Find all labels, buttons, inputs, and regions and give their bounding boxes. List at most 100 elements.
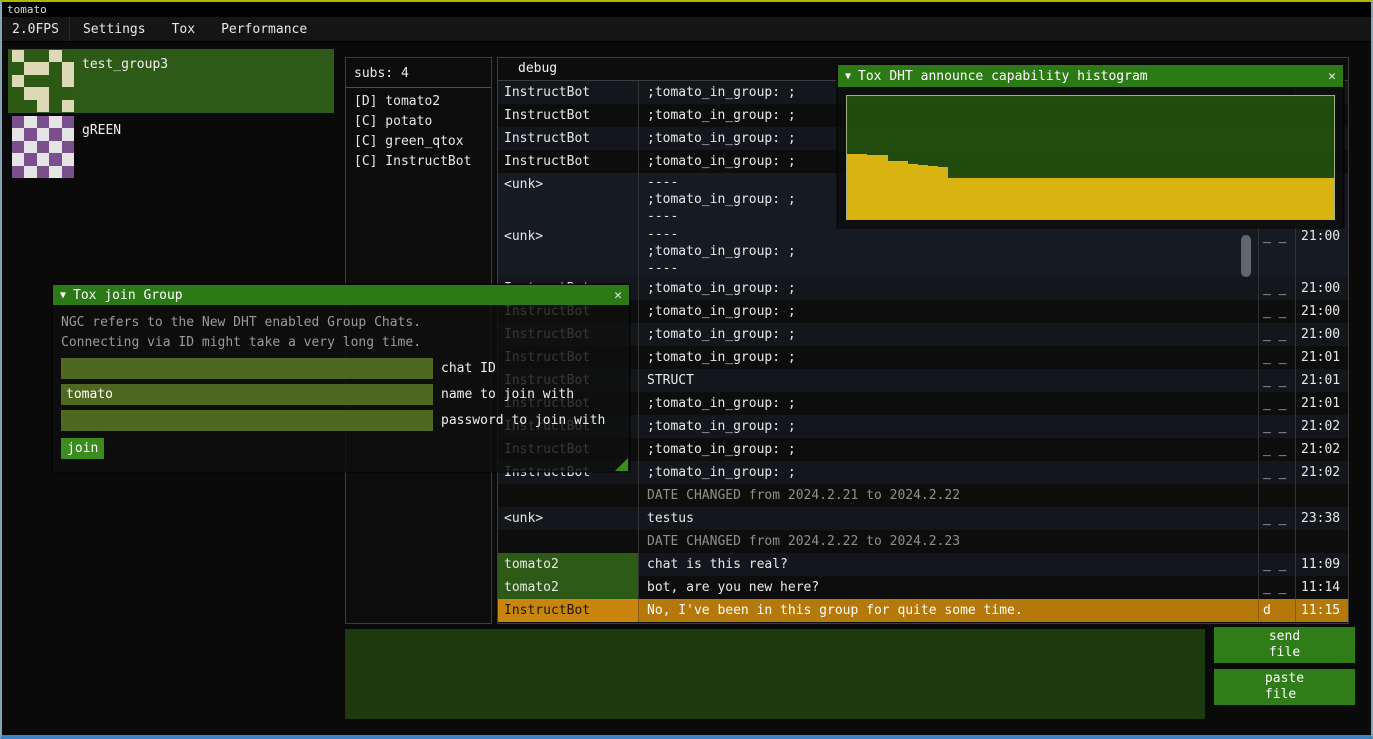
close-icon[interactable]: ✕ — [614, 288, 622, 303]
chat-row: InstructBotNo, I've been in this group f… — [498, 599, 1348, 622]
histogram-bar — [1182, 178, 1192, 219]
message-text: ;tomato_in_group: ; — [638, 323, 1258, 346]
histogram-bar — [867, 155, 877, 219]
message-time: 21:01 — [1295, 346, 1348, 369]
message-time: 11:09 — [1295, 553, 1348, 576]
message-flags: _ _ — [1258, 225, 1295, 277]
window-title: tomato — [7, 3, 47, 16]
histogram-window-titlebar[interactable]: ▼ Tox DHT announce capability histogram … — [838, 65, 1343, 87]
chat-row: <unk>---- ;tomato_in_group: ; ----_ _21:… — [498, 225, 1348, 277]
message-time: 21:00 — [1295, 300, 1348, 323]
message-flags: _ _ — [1258, 300, 1295, 323]
sender-name: InstructBot — [498, 81, 638, 104]
histogram-bar — [1070, 178, 1080, 219]
message-input[interactable] — [345, 629, 1205, 719]
message-text: ;tomato_in_group: ; — [638, 392, 1258, 415]
paste-file-label: paste file — [1265, 671, 1304, 703]
join-group-window: ▼ Tox join Group ✕ NGC refers to the New… — [52, 284, 630, 472]
histogram-bar — [1019, 178, 1029, 219]
message-flags: _ _ — [1258, 369, 1295, 392]
menu-settings[interactable]: Settings — [70, 17, 159, 41]
message-text: ---- ;tomato_in_group: ; ---- — [638, 225, 1258, 277]
menu-tox[interactable]: Tox — [159, 17, 208, 41]
histogram-bar — [1283, 178, 1293, 219]
member-item[interactable]: [C] potato — [346, 112, 491, 132]
message-flags: _ _ — [1258, 576, 1295, 599]
message-flags: _ _ — [1258, 553, 1295, 576]
message-flags: d — [1258, 599, 1295, 622]
sender-name: InstructBot — [498, 104, 638, 127]
paste-file-button[interactable]: paste file — [1214, 669, 1355, 705]
histogram-plot — [846, 95, 1335, 220]
histogram-bar — [1212, 178, 1222, 219]
send-file-button[interactable]: send file — [1214, 627, 1355, 663]
histogram-bar — [928, 166, 938, 219]
group-avatar-icon — [12, 50, 74, 112]
sender-name: InstructBot — [498, 599, 638, 622]
sender-name: InstructBot — [498, 150, 638, 173]
chat-scrollbar-thumb[interactable] — [1241, 235, 1251, 277]
histogram-bar — [979, 178, 989, 219]
message-time: 21:01 — [1295, 369, 1348, 392]
message-text: ;tomato_in_group: ; — [638, 346, 1258, 369]
sender-name: InstructBot — [498, 127, 638, 150]
histogram-window-body — [838, 87, 1343, 228]
histogram-bar — [1161, 178, 1171, 219]
histogram-bar — [1080, 178, 1090, 219]
histogram-bar — [969, 178, 979, 219]
message-flags: _ _ — [1258, 507, 1295, 530]
histogram-bar — [1050, 178, 1060, 219]
sender-name: <unk> — [498, 225, 638, 277]
member-item[interactable]: [C] green_qtox — [346, 132, 491, 152]
message-text: ;tomato_in_group: ; — [638, 300, 1258, 323]
histogram-bar — [1202, 178, 1212, 219]
histogram-bar — [898, 161, 908, 219]
message-text: ;tomato_in_group: ; — [638, 277, 1258, 300]
sender-name — [498, 530, 638, 553]
join-button[interactable]: join — [61, 438, 104, 459]
message-time: 11:15 — [1295, 599, 1348, 622]
member-item[interactable]: [D] tomato2 — [346, 92, 491, 112]
message-text: chat is this real? — [638, 553, 1258, 576]
message-flags: _ _ — [1258, 438, 1295, 461]
collapse-triangle-icon[interactable]: ▼ — [845, 71, 851, 82]
app-window: tomato 2.0FPS Settings Tox Performance t… — [0, 0, 1373, 739]
join-password-input[interactable] — [61, 410, 433, 431]
histogram-bar — [1293, 178, 1303, 219]
join-window-titlebar[interactable]: ▼ Tox join Group ✕ — [53, 285, 629, 305]
sidebar-item-test-group3[interactable]: test_group3 — [8, 49, 334, 113]
sender-name: <unk> — [498, 173, 638, 225]
message-flags: _ _ — [1258, 415, 1295, 438]
message-time: 21:02 — [1295, 415, 1348, 438]
close-icon[interactable]: ✕ — [1328, 69, 1336, 84]
message-text: STRUCT — [638, 369, 1258, 392]
histogram-bar — [1101, 178, 1111, 219]
menu-performance[interactable]: Performance — [208, 17, 320, 41]
group-name: test_group3 — [82, 57, 168, 72]
chat-id-input[interactable] — [61, 358, 433, 379]
join-window-body: NGC refers to the New DHT enabled Group … — [53, 305, 629, 472]
message-time: 21:00 — [1295, 323, 1348, 346]
group-avatar-icon — [12, 116, 74, 178]
message-text: ;tomato_in_group: ; — [638, 461, 1258, 484]
histogram-bar — [857, 154, 867, 219]
chat-row: tomato2chat is this real?_ _11:09 — [498, 553, 1348, 576]
join-name-input[interactable] — [61, 384, 433, 405]
dht-histogram-window: ▼ Tox DHT announce capability histogram … — [837, 64, 1344, 228]
collapse-triangle-icon[interactable]: ▼ — [60, 290, 66, 301]
sidebar-item-green[interactable]: gREEN — [8, 115, 334, 179]
message-flags: _ _ — [1258, 346, 1295, 369]
join-password-label: password to join with — [441, 413, 605, 428]
histogram-bar — [1141, 178, 1151, 219]
histogram-bar — [1192, 178, 1202, 219]
join-window-title: Tox join Group — [73, 288, 607, 303]
sender-name: tomato2 — [498, 553, 638, 576]
resize-grip[interactable] — [615, 458, 628, 471]
message-time: 21:00 — [1295, 277, 1348, 300]
message-text: bot, are you new here? — [638, 576, 1258, 599]
histogram-bar — [1242, 178, 1252, 219]
sender-name: <unk> — [498, 507, 638, 530]
message-time: 11:14 — [1295, 576, 1348, 599]
chat-row: tomato2bot, are you new here?_ _11:14 — [498, 576, 1348, 599]
member-item[interactable]: [C] InstructBot — [346, 152, 491, 172]
